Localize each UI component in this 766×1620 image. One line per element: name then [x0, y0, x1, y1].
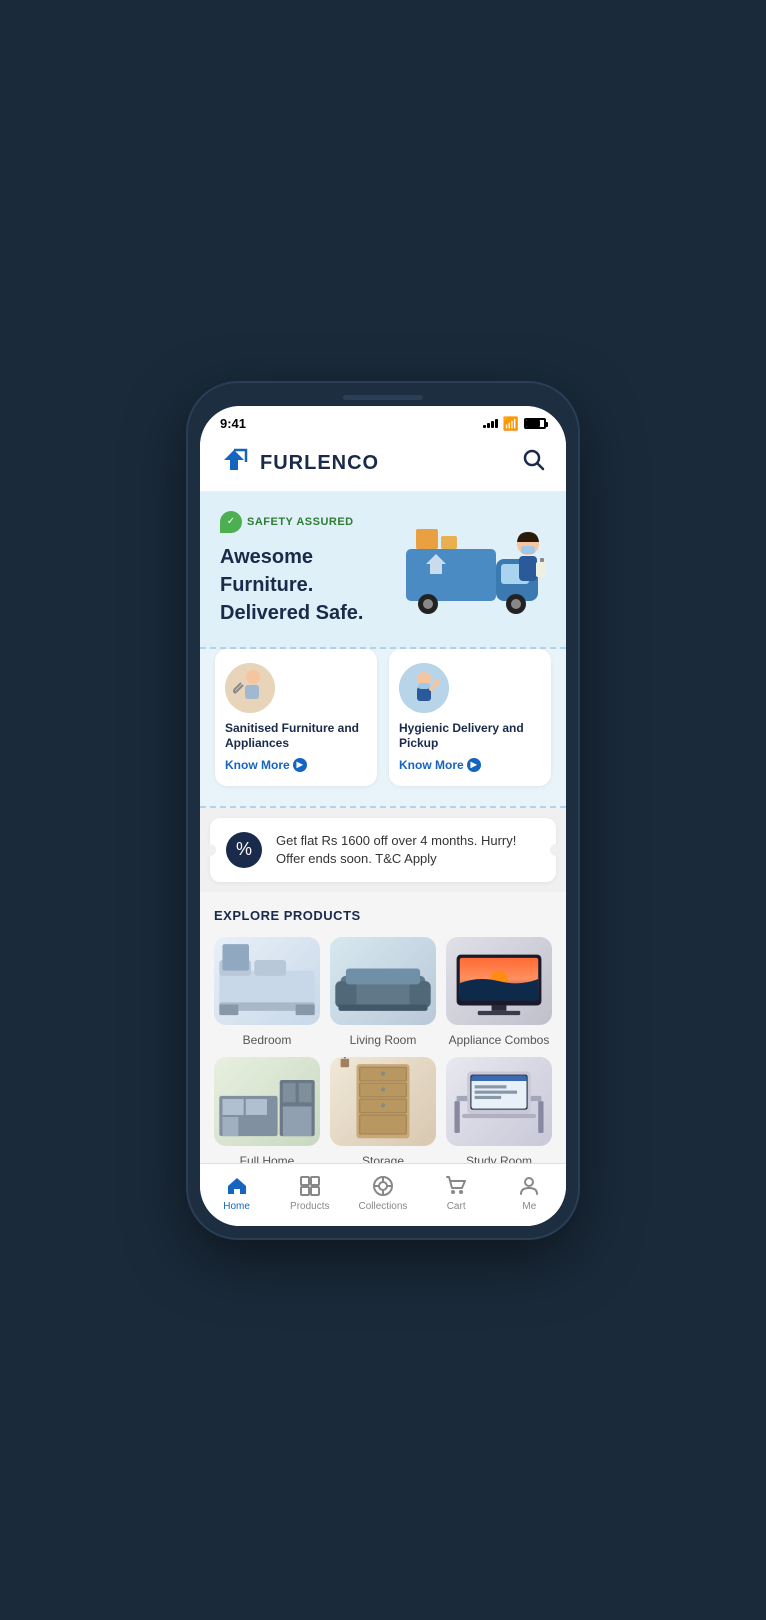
product-item-storage[interactable]: Storage — [330, 1057, 436, 1162]
product-label-storage: Storage — [362, 1154, 404, 1163]
product-item-bedroom[interactable]: Bedroom — [214, 937, 320, 1047]
sanitised-card[interactable]: Sanitised Furniture and Appliances Know … — [215, 649, 377, 786]
nav-item-me[interactable]: Me — [504, 1174, 554, 1212]
product-img-full-home — [214, 1057, 320, 1145]
nav-item-home[interactable]: Home — [212, 1174, 262, 1212]
offer-text: Get flat Rs 1600 off over 4 months. Hurr… — [276, 832, 540, 868]
know-more-arrow-icon-2: ▶ — [467, 758, 481, 772]
product-label-living-room: Living Room — [350, 1033, 417, 1047]
wifi-icon: 📶 — [503, 416, 519, 432]
battery-icon — [524, 418, 546, 429]
product-img-appliances — [446, 937, 552, 1025]
product-img-living-room — [330, 937, 436, 1025]
product-item-full-home[interactable]: Full Home — [214, 1057, 320, 1162]
nav-label-cart: Cart — [447, 1201, 466, 1212]
nav-item-cart[interactable]: Cart — [431, 1174, 481, 1212]
nav-label-collections: Collections — [359, 1201, 408, 1212]
hero-banner: ✓ SAFETY ASSURED Awesome Furniture. Deli… — [200, 491, 566, 649]
safety-label: SAFETY ASSURED — [247, 516, 354, 528]
status-indicators: 📶 — [483, 416, 546, 432]
nav-item-collections[interactable]: Collections — [358, 1174, 408, 1212]
explore-section: EXPLORE PRODUCTS — [200, 892, 566, 1162]
product-label-full-home: Full Home — [240, 1154, 295, 1163]
product-item-living-room[interactable]: Living Room — [330, 937, 436, 1047]
home-nav-icon — [225, 1174, 249, 1198]
search-button[interactable] — [522, 448, 546, 478]
safety-cards-section: Sanitised Furniture and Appliances Know … — [200, 649, 566, 808]
bottom-navigation: Home Products — [200, 1163, 566, 1226]
logo-text: FURLENCO — [260, 452, 379, 475]
sanitised-card-title: Sanitised Furniture and Appliances — [225, 721, 367, 752]
hero-left: ✓ SAFETY ASSURED Awesome Furniture. Deli… — [220, 511, 406, 627]
status-bar: 9:41 📶 — [200, 406, 566, 436]
sanitised-card-icon — [225, 663, 275, 713]
app-header: FURLENCO — [200, 436, 566, 491]
nav-label-products: Products — [290, 1201, 329, 1212]
nav-label-home: Home — [223, 1201, 250, 1212]
products-grid: Bedroom Livin — [214, 937, 552, 1162]
offer-icon: % — [226, 832, 262, 868]
shield-icon: ✓ — [220, 511, 242, 533]
phone-notch — [200, 395, 566, 400]
hygienic-card-icon — [399, 663, 449, 713]
safety-badge: ✓ SAFETY ASSURED — [220, 511, 406, 533]
status-time: 9:41 — [220, 416, 246, 431]
nav-label-me: Me — [522, 1201, 536, 1212]
phone-shell: 9:41 📶 — [188, 383, 578, 1238]
sanitised-know-more[interactable]: Know More ▶ — [225, 758, 307, 772]
cart-nav-icon — [444, 1174, 468, 1198]
product-label-bedroom: Bedroom — [243, 1033, 292, 1047]
furlenco-logo-icon — [220, 446, 252, 481]
offer-banner[interactable]: % Get flat Rs 1600 off over 4 months. Hu… — [210, 818, 556, 882]
phone-screen: 9:41 📶 — [200, 406, 566, 1226]
signal-icon — [483, 419, 498, 428]
products-nav-icon — [298, 1174, 322, 1198]
product-item-appliances[interactable]: Appliance Combos — [446, 937, 552, 1047]
product-label-appliances: Appliance Combos — [449, 1033, 550, 1047]
logo-area: FURLENCO — [220, 446, 379, 481]
hygienic-know-more[interactable]: Know More ▶ — [399, 758, 481, 772]
product-img-storage — [330, 1057, 436, 1145]
me-nav-icon — [517, 1174, 541, 1198]
hero-illustration — [406, 514, 546, 624]
product-label-study-room: Study Room — [466, 1154, 532, 1163]
explore-section-title: EXPLORE PRODUCTS — [214, 908, 552, 923]
hygienic-card[interactable]: Hygienic Delivery and Pickup Know More ▶ — [389, 649, 551, 786]
scroll-content: ✓ SAFETY ASSURED Awesome Furniture. Deli… — [200, 491, 566, 1163]
product-img-bedroom — [214, 937, 320, 1025]
know-more-arrow-icon: ▶ — [293, 758, 307, 772]
hygienic-card-title: Hygienic Delivery and Pickup — [399, 721, 541, 752]
nav-item-products[interactable]: Products — [285, 1174, 335, 1212]
hero-title: Awesome Furniture. Delivered Safe. — [220, 543, 406, 627]
product-item-study-room[interactable]: Study Room — [446, 1057, 552, 1162]
product-img-study-room — [446, 1057, 552, 1145]
collections-nav-icon — [371, 1174, 395, 1198]
